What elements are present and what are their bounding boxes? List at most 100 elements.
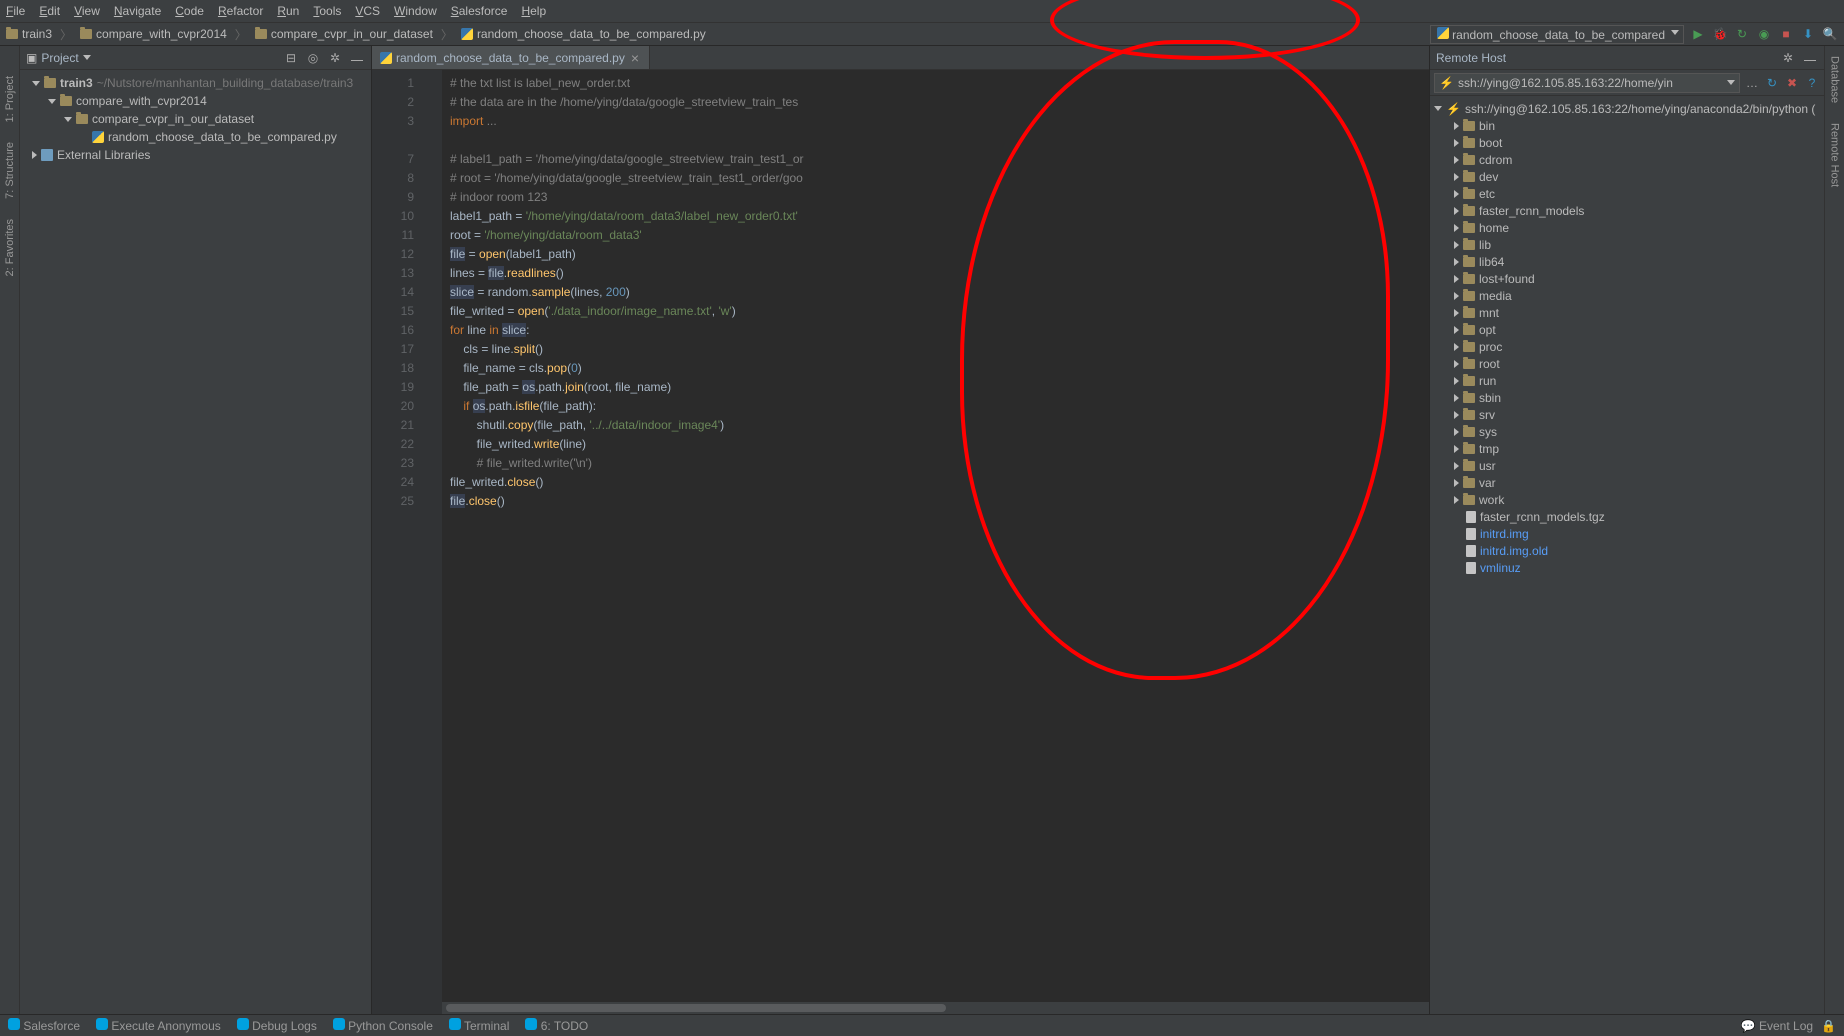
remote-folder[interactable]: opt [1430, 321, 1824, 338]
remote-folder[interactable]: media [1430, 287, 1824, 304]
tree-arrow-icon[interactable] [1454, 275, 1459, 283]
remote-file[interactable]: initrd.img.old [1430, 542, 1824, 559]
run-config-select[interactable]: random_choose_data_to_be_compared [1430, 25, 1684, 44]
chevron-down-icon[interactable] [83, 55, 91, 60]
menu-window[interactable]: Window [394, 4, 437, 18]
remote-folder[interactable]: home [1430, 219, 1824, 236]
tree-arrow-icon[interactable] [1454, 360, 1459, 368]
coverage-button[interactable]: ◉ [1756, 26, 1772, 42]
statusbar-item[interactable]: Debug Logs [237, 1018, 317, 1033]
breadcrumb-item[interactable]: random_choose_data_to_be_compared.py [461, 27, 706, 41]
remote-folder[interactable]: boot [1430, 134, 1824, 151]
menu-refactor[interactable]: Refactor [218, 4, 263, 18]
tree-row[interactable]: compare_with_cvpr2014 [20, 92, 371, 110]
toolwindow-tab[interactable]: 7: Structure [4, 142, 16, 199]
hide-button[interactable]: ⎼ [349, 50, 365, 66]
statusbar-item[interactable]: Execute Anonymous [96, 1018, 221, 1033]
tree-arrow-icon[interactable] [1454, 377, 1459, 385]
tree-arrow-icon[interactable] [1454, 258, 1459, 266]
tree-arrow-icon[interactable] [64, 117, 72, 122]
code-area[interactable]: # the txt list is label_new_order.txt# t… [442, 70, 1429, 1014]
tree-arrow-icon[interactable] [1454, 224, 1459, 232]
tree-arrow-icon[interactable] [1454, 445, 1459, 453]
menu-navigate[interactable]: Navigate [114, 4, 161, 18]
remote-folder[interactable]: etc [1430, 185, 1824, 202]
remote-folder[interactable]: sbin [1430, 389, 1824, 406]
target-button[interactable]: ◎ [305, 50, 321, 66]
breadcrumb-item[interactable]: compare_cvpr_in_our_dataset [255, 27, 433, 41]
tree-arrow-icon[interactable] [48, 99, 56, 104]
tree-arrow-icon[interactable] [1454, 326, 1459, 334]
debug-button[interactable]: 🐞 [1712, 26, 1728, 42]
event-log-button[interactable]: 💬 Event Log [1741, 1019, 1813, 1033]
remote-folder[interactable]: mnt [1430, 304, 1824, 321]
remote-folder[interactable]: tmp [1430, 440, 1824, 457]
project-tree[interactable]: train3 ~/Nutstore/manhantan_building_dat… [20, 70, 371, 1014]
tree-arrow-icon[interactable] [1454, 292, 1459, 300]
remote-folder[interactable]: dev [1430, 168, 1824, 185]
scrollbar-thumb[interactable] [446, 1004, 946, 1012]
tree-arrow-icon[interactable] [32, 81, 40, 86]
menu-edit[interactable]: Edit [39, 4, 60, 18]
menu-run[interactable]: Run [277, 4, 299, 18]
menu-tools[interactable]: Tools [313, 4, 341, 18]
editor[interactable]: 123 78910111213141516171819202122232425 … [372, 70, 1429, 1014]
vcs-update-button[interactable]: ⬇ [1800, 26, 1816, 42]
tree-arrow-icon[interactable] [1454, 462, 1459, 470]
tree-row[interactable]: random_choose_data_to_be_compared.py [20, 128, 371, 146]
remote-folder[interactable]: lost+found [1430, 270, 1824, 287]
remote-folder[interactable]: cdrom [1430, 151, 1824, 168]
stop-button[interactable]: ■ [1778, 26, 1794, 42]
run-button[interactable]: ▶ [1690, 26, 1706, 42]
remote-file[interactable]: initrd.img [1430, 525, 1824, 542]
settings-button[interactable]: ✲ [1780, 50, 1796, 66]
menu-file[interactable]: File [6, 4, 25, 18]
tree-arrow-icon[interactable] [32, 151, 37, 159]
refresh-button[interactable]: ↻ [1764, 75, 1780, 91]
remote-folder[interactable]: usr [1430, 457, 1824, 474]
collapse-all-button[interactable]: ⊟ [283, 50, 299, 66]
tree-arrow-icon[interactable] [1454, 173, 1459, 181]
menu-view[interactable]: View [74, 4, 100, 18]
tree-arrow-icon[interactable] [1454, 190, 1459, 198]
menu-code[interactable]: Code [175, 4, 204, 18]
menu-salesforce[interactable]: Salesforce [451, 4, 508, 18]
tree-arrow-icon[interactable] [1454, 479, 1459, 487]
tree-arrow-icon[interactable] [1454, 207, 1459, 215]
statusbar-item[interactable]: 6: TODO [525, 1018, 588, 1033]
remote-folder[interactable]: bin [1430, 117, 1824, 134]
toolwindow-tab[interactable]: 1: Project [4, 76, 16, 122]
remote-folder[interactable]: var [1430, 474, 1824, 491]
remote-folder[interactable]: sys [1430, 423, 1824, 440]
toolwindow-tab[interactable]: Database [1829, 56, 1841, 103]
tree-row[interactable]: compare_cvpr_in_our_dataset [20, 110, 371, 128]
tree-arrow-icon[interactable] [1454, 156, 1459, 164]
tree-arrow-icon[interactable] [1454, 309, 1459, 317]
remote-folder[interactable]: lib [1430, 236, 1824, 253]
tree-arrow-icon[interactable] [1454, 343, 1459, 351]
remote-file[interactable]: vmlinuz [1430, 559, 1824, 576]
remote-root[interactable]: ⚡ ssh://ying@162.105.85.163:22/home/ying… [1430, 100, 1824, 117]
remote-folder[interactable]: work [1430, 491, 1824, 508]
tree-arrow-icon[interactable] [1454, 411, 1459, 419]
search-button[interactable]: 🔍 [1822, 26, 1838, 42]
remote-folder[interactable]: srv [1430, 406, 1824, 423]
tree-arrow-icon[interactable] [1454, 241, 1459, 249]
toolwindow-tab[interactable]: Remote Host [1829, 123, 1841, 187]
toolwindow-tab[interactable]: 2: Favorites [4, 219, 16, 276]
tree-arrow-icon[interactable] [1454, 122, 1459, 130]
tree-arrow-icon[interactable] [1454, 394, 1459, 402]
tree-arrow-icon[interactable] [1454, 496, 1459, 504]
remote-folder[interactable]: proc [1430, 338, 1824, 355]
remote-tree[interactable]: ⚡ ssh://ying@162.105.85.163:22/home/ying… [1430, 96, 1824, 1014]
tree-row[interactable]: External Libraries [20, 146, 371, 164]
horizontal-scrollbar[interactable] [442, 1002, 1429, 1014]
editor-tab[interactable]: random_choose_data_to_be_compared.py × [372, 46, 650, 69]
tree-arrow-icon[interactable] [1454, 428, 1459, 436]
remote-path-select[interactable]: ⚡ ssh://ying@162.105.85.163:22/home/yin [1434, 73, 1740, 93]
tree-arrow-icon[interactable] [1434, 106, 1442, 111]
tree-arrow-icon[interactable] [1454, 139, 1459, 147]
remote-file[interactable]: faster_rcnn_models.tgz [1430, 508, 1824, 525]
statusbar-item[interactable]: Terminal [449, 1018, 509, 1033]
statusbar-item[interactable]: Salesforce [8, 1018, 80, 1033]
